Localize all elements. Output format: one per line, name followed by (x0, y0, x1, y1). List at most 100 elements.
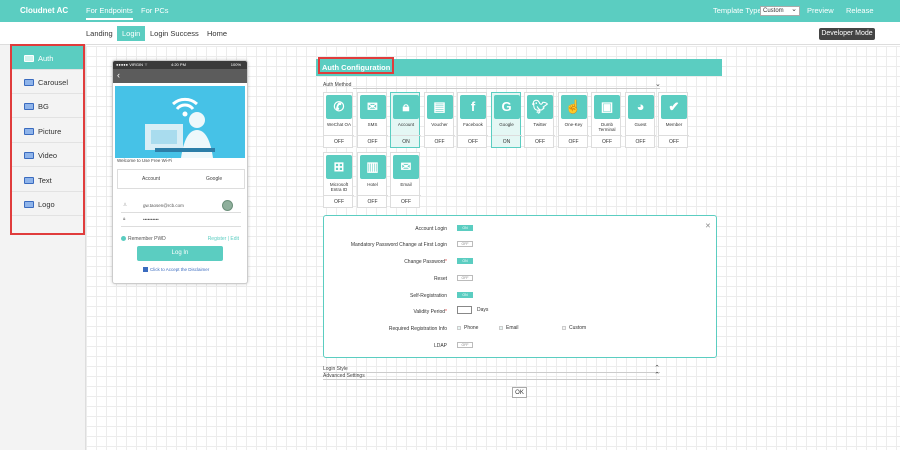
auth-tile-dumb-terminal[interactable]: ▣ Dumb Terminal OFF (591, 92, 622, 148)
info-custom-checkbox[interactable]: Custom (562, 325, 586, 331)
advanced-settings-label: Advanced Settings (323, 373, 365, 379)
back-icon[interactable]: ‹ (117, 70, 120, 80)
auth-tile-state[interactable]: OFF (324, 195, 354, 208)
auth-tile-state[interactable]: OFF (659, 135, 689, 148)
auth-tile-sms[interactable]: ✉ SMS OFF (356, 92, 388, 148)
auth-header-highlight-frame (318, 57, 394, 74)
sidebar-item-text[interactable]: Text (12, 168, 83, 192)
sidebar-item-auth[interactable]: Auth (12, 46, 83, 70)
auth-tile-twitter[interactable]: 🐦︎ Twitter OFF (524, 92, 555, 148)
auth-tile-hotel[interactable]: ▥ Hotel OFF (356, 152, 388, 208)
auth-tile-state[interactable]: OFF (592, 135, 622, 148)
required-info-label: Required Registration Info (388, 326, 447, 332)
auth-tile-state[interactable]: OFF (391, 195, 421, 208)
toggle-state: ON (462, 259, 468, 263)
auth-tile-wechat-oa[interactable]: ✆ WeChat OA OFF (323, 92, 354, 148)
preview-button[interactable]: Preview (807, 6, 834, 15)
disclaimer-link[interactable]: Click to Accept the Disclaimer (143, 267, 210, 273)
auth-tile-state[interactable]: OFF (424, 135, 455, 148)
subnav-landing[interactable]: Landing (86, 29, 113, 38)
wifi-banner (115, 86, 245, 158)
ok-button[interactable]: OK (512, 387, 527, 398)
chevron-down-icon[interactable]: ⌄ (655, 80, 661, 88)
password-value: •••••••••• (143, 217, 159, 222)
auth-tile-state[interactable]: ON (491, 135, 522, 148)
auth-tile-voucher[interactable]: ▤ Voucher OFF (423, 92, 455, 148)
change-password-toggle[interactable]: ON (457, 258, 473, 264)
auth-tile-google[interactable]: G Google ON (490, 92, 522, 148)
checkbox-icon (499, 325, 503, 330)
auth-tile-label: Facebook (463, 122, 483, 127)
subnav-login-success[interactable]: Login Success (150, 29, 199, 38)
auth-tile-state[interactable]: OFF (357, 135, 388, 148)
auth-tile-state[interactable]: OFF (357, 195, 388, 208)
login-button[interactable]: Log In (137, 246, 223, 261)
account-login-toggle[interactable]: ON (457, 225, 473, 231)
reset-toggle[interactable]: OFF (457, 275, 473, 281)
auth-tile-state[interactable]: OFF (625, 135, 656, 148)
remember-pwd[interactable]: Remember PWD (121, 236, 166, 242)
terminal-icon: ▣ (594, 95, 620, 119)
sidebar-item-picture[interactable]: Picture (12, 119, 83, 143)
release-button[interactable]: Release (846, 6, 874, 15)
wechat-icon: ✆ (326, 95, 352, 119)
auth-tile-account[interactable]: 🔒︎ Account ON (390, 92, 421, 148)
auth-tile-label: Dumb Terminal (598, 122, 616, 132)
info-custom-label: Custom (569, 325, 587, 331)
info-phone-checkbox[interactable]: Phone (457, 325, 478, 331)
auth-tile-state[interactable]: OFF (558, 135, 589, 148)
sidebar-item-label: Text (38, 176, 52, 185)
subnav-login[interactable]: Login (117, 26, 146, 41)
sidebar-item-label: BG (38, 102, 49, 111)
video-icon (24, 152, 34, 159)
password-field[interactable]: 🔒︎ •••••••••• (121, 213, 241, 227)
sms-icon: ✉ (359, 95, 386, 119)
auth-tile-state[interactable]: ON (391, 135, 421, 148)
close-icon[interactable]: ✕ (705, 222, 711, 230)
auth-tile-guest[interactable]: ◕ Guest OFF (624, 92, 656, 148)
self-registration-toggle[interactable]: ON (457, 292, 473, 298)
auth-tile-label: Microsoft Entra ID (329, 182, 349, 192)
auth-tile-state[interactable]: OFF (458, 135, 488, 148)
auth-tile-label: SMS (367, 122, 378, 127)
info-email-checkbox[interactable]: Email (499, 325, 519, 331)
subnav-home[interactable]: Home (207, 29, 227, 38)
checkbox-icon (143, 267, 148, 273)
phone-preview: ●●●●● VIRGIN ⌔ 4:20 PM 100% ‹ Welcome to… (112, 60, 248, 284)
tab-account[interactable]: Account (142, 176, 160, 182)
tab-for-pcs[interactable]: For PCs (141, 6, 169, 15)
validity-period-input[interactable] (457, 306, 472, 314)
auth-icon (24, 55, 34, 62)
auth-tile-state[interactable]: OFF (525, 135, 555, 148)
self-registration-label: Self-Registration (410, 293, 447, 299)
username-field[interactable]: ♙ gw.taosen@rcb.com (121, 199, 241, 213)
reset-label: Reset (433, 276, 447, 282)
tab-google[interactable]: Google (206, 176, 222, 182)
sidebar-item-bg[interactable]: BG (12, 94, 83, 118)
ldap-label: LDAP (433, 343, 447, 349)
auth-tile-one-key[interactable]: ☝ One-Key OFF (557, 92, 589, 148)
ldap-toggle[interactable]: OFF (457, 342, 473, 348)
sidebar-item-logo[interactable]: Logo (12, 192, 83, 216)
disclaimer-label: Click to Accept the Disclaimer (150, 267, 210, 272)
auth-tile-member[interactable]: ✔ Member OFF (658, 92, 689, 148)
advanced-settings-section[interactable]: Advanced Settings ⌃ (323, 372, 660, 380)
tab-for-endpoints[interactable]: For Endpoints (86, 6, 133, 20)
mandatory-password-toggle[interactable]: OFF (457, 241, 473, 247)
auth-tile-facebook[interactable]: f Facebook OFF (457, 92, 488, 148)
auth-tile-state[interactable]: OFF (324, 135, 354, 148)
auth-tile-microsoft-entra-id[interactable]: ⊞ Microsoft Entra ID OFF (323, 152, 354, 208)
radio-icon (121, 236, 126, 242)
sidebar-item-video[interactable]: Video (12, 143, 83, 167)
register-edit-link[interactable]: Register | Edit (208, 236, 239, 242)
sidebar-item-carousel[interactable]: Carousel (12, 70, 83, 94)
facebook-icon: f (460, 95, 486, 119)
one-key-icon: ☝ (560, 95, 587, 119)
auth-tile-label: Hotel (367, 182, 378, 187)
template-type-select[interactable]: Custom ⌄ (760, 6, 800, 16)
auth-tile-label: Google (499, 122, 514, 127)
login-style-section[interactable]: Login Style ⌃ (323, 365, 660, 373)
change-password-text: Change Password (404, 259, 446, 265)
developer-mode-button[interactable]: Developer Mode (819, 28, 875, 40)
auth-tile-email[interactable]: ✉ Email OFF (390, 152, 421, 208)
